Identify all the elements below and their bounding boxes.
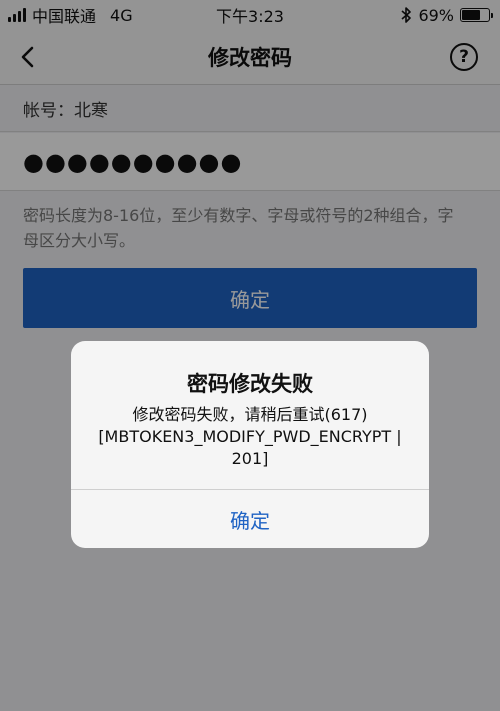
alert-title: 密码修改失败 [187, 372, 313, 396]
alert-confirm-button[interactable]: 确定 [71, 490, 429, 548]
alert-dialog: 密码修改失败 修改密码失败，请稍后重试(617)[MBTOKEN3_MODIFY… [71, 341, 429, 548]
alert-message: 修改密码失败，请稍后重试(617)[MBTOKEN3_MODIFY_PWD_EN… [98, 405, 402, 468]
